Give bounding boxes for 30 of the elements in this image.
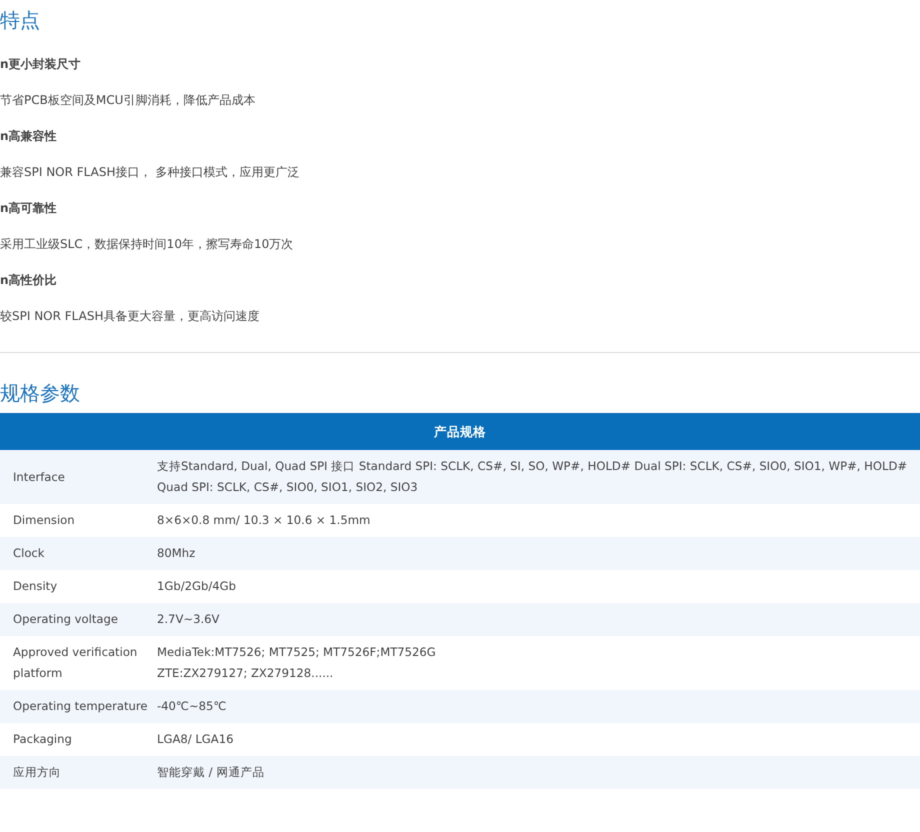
spec-value: 支持Standard, Dual, Quad SPI 接口 Standard SPI: SCLK, CS#, SI, SO, WP#, HOLD# Dual SPI: SCLK, CS#, SIO0, SIO1, WP#, HOLD# Quad SPI: SCLK, CS#, SIO0, SIO1, SIO2, SIO3 — [157, 458, 908, 496]
spec-value: 80Mhz — [157, 545, 196, 562]
spec-label: Clock — [13, 546, 44, 560]
spec-value: 2.7V~3.6V — [157, 611, 220, 628]
feature-heading: n高性价比 — [0, 272, 58, 289]
spec-value: 智能穿戴 / 网通产品 — [157, 764, 266, 781]
spec-value: 1Gb/2Gb/4Gb — [157, 578, 237, 595]
section-title: 规格参数 — [0, 380, 81, 407]
spec-value: MediaTek:MT7526; MT7525; MT7526F;MT7526G — [157, 644, 437, 661]
spec-label: Operating temperature — [13, 699, 148, 713]
feature-description: 兼容SPI NOR FLASH接口， 多种接口模式，应用更广泛 — [0, 164, 300, 181]
feature-description: 节省PCB板空间及MCU引脚消耗，降低产品成本 — [0, 92, 256, 109]
feature-heading: n高可靠性 — [0, 200, 58, 217]
feature-heading: n高兼容性 — [0, 128, 58, 145]
spec-label: Dimension — [13, 513, 75, 527]
spec-label: 应用方向 — [13, 765, 61, 779]
spec-value: -40℃~85℃ — [157, 698, 228, 715]
spec-label: Operating voltage — [13, 612, 118, 626]
feature-description: 较SPI NOR FLASH具备更大容量，更高访问速度 — [0, 308, 260, 325]
feature-description: 采用工业级SLC，数据保持时间10年，擦写寿命10万次 — [0, 236, 294, 253]
spec-value: LGA8/ LGA16 — [157, 731, 234, 748]
spec-label: Approved verification platform — [13, 645, 138, 680]
section-title: 特点 — [0, 7, 41, 34]
spec-label: Density — [13, 579, 58, 593]
spec-label: Packaging — [13, 732, 72, 746]
feature-heading: n更小封装尺寸 — [0, 56, 82, 73]
spec-value: 8×6×0.8 mm/ 10.3 × 10.6 × 1.5mm — [157, 512, 372, 529]
spec-label: Interface — [13, 470, 65, 484]
table-header: 产品规格 — [0, 413, 920, 450]
spec-value: ZTE:ZX279127; ZX279128...... — [157, 665, 334, 682]
